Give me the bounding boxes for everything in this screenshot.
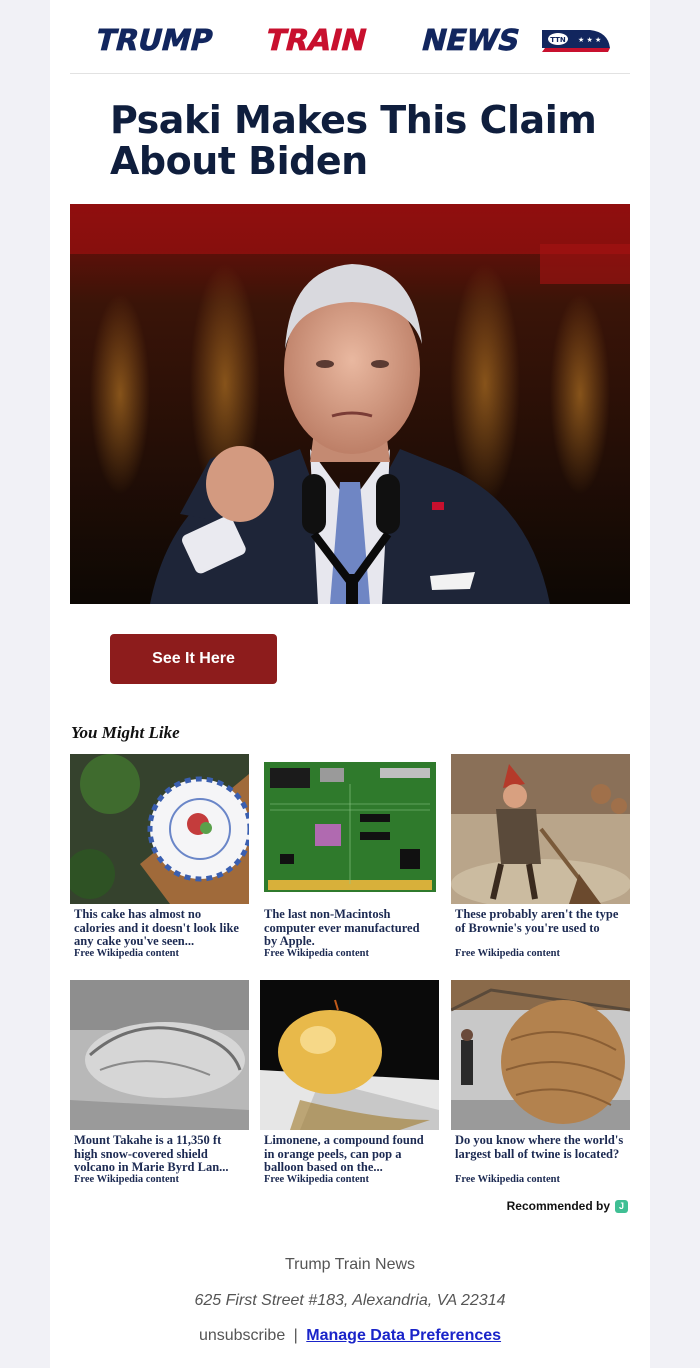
recommendation-caption[interactable]: The last non-Macintosh computer ever man… <box>264 908 435 948</box>
recommendation-caption[interactable]: Limonene, a compound found in orange pee… <box>264 1134 435 1174</box>
email-card: TRUMP TRAIN NEWS TTN ★ ★ ★ Psaki Makes T… <box>50 0 650 1368</box>
twine-ball-thumbnail[interactable] <box>451 980 630 1130</box>
recommendation-tile[interactable]: These probably aren't the type of Browni… <box>451 754 630 964</box>
recommendation-caption[interactable]: Do you know where the world's largest ba… <box>455 1134 626 1174</box>
logo-word-news: NEWS <box>418 23 523 56</box>
recommendation-source: Free Wikipedia content <box>74 948 179 959</box>
logo-word-train: TRAIN <box>262 23 370 56</box>
footer-separator: | <box>293 1327 298 1344</box>
logo-badge: TTN <box>550 36 566 44</box>
footer-links: unsubscribe | Manage Data Preferences <box>50 1327 650 1345</box>
recommended-by-label: Recommended by <box>506 1199 610 1213</box>
balloon-thumbnail[interactable] <box>260 980 439 1130</box>
aerial-volcano-thumbnail[interactable] <box>70 980 249 1130</box>
recommendation-source: Free Wikipedia content <box>264 1174 369 1185</box>
see-it-here-button[interactable]: See It Here <box>110 634 277 684</box>
logo-word-trump: TRUMP <box>92 23 216 56</box>
brand-logo[interactable]: TRUMP TRAIN NEWS TTN ★ ★ ★ <box>90 18 610 58</box>
recommendation-tile[interactable]: This cake has almost no calories and it … <box>70 754 249 964</box>
train-engine-icon: TTN ★ ★ ★ <box>542 30 610 52</box>
unsubscribe-link[interactable]: unsubscribe <box>199 1327 285 1344</box>
manage-data-preferences-link[interactable]: Manage Data Preferences <box>306 1327 501 1344</box>
jeeng-badge-icon: J <box>615 1199 628 1213</box>
recommendation-caption[interactable]: Mount Takahe is a 11,350 ft high snow-co… <box>74 1134 245 1174</box>
footer-company: Trump Train News <box>284 1256 416 1273</box>
recommendations-heading: You Might Like <box>71 723 180 742</box>
recommendation-source: Free Wikipedia content <box>455 948 560 959</box>
recommendation-source: Free Wikipedia content <box>455 1174 560 1185</box>
recommendation-source: Free Wikipedia content <box>264 948 369 959</box>
brownie-illustration-thumbnail[interactable] <box>451 754 630 904</box>
plated-dessert-thumbnail[interactable] <box>70 754 249 904</box>
recommendation-caption[interactable]: These probably aren't the type of Browni… <box>455 908 626 948</box>
circuit-board-thumbnail[interactable] <box>260 754 439 904</box>
recommended-by[interactable]: Recommended by J <box>507 1199 628 1213</box>
header: TRUMP TRAIN NEWS TTN ★ ★ ★ <box>70 0 630 74</box>
recommendation-tile[interactable]: Do you know where the world's largest ba… <box>451 980 630 1190</box>
hero-image[interactable] <box>70 204 630 604</box>
footer-address: 625 First Street #183, Alexandria, VA 22… <box>194 1292 506 1309</box>
article-headline: Psaki Makes This Claim About Biden <box>110 98 597 183</box>
recommendation-tile[interactable]: Limonene, a compound found in orange pee… <box>260 980 439 1190</box>
recommendation-source: Free Wikipedia content <box>74 1174 179 1185</box>
recommendation-caption[interactable]: This cake has almost no calories and it … <box>74 908 245 948</box>
svg-text:★ ★ ★: ★ ★ ★ <box>578 36 601 44</box>
recommendation-tile[interactable]: The last non-Macintosh computer ever man… <box>260 754 439 964</box>
recommendation-tile[interactable]: Mount Takahe is a 11,350 ft high snow-co… <box>70 980 249 1190</box>
